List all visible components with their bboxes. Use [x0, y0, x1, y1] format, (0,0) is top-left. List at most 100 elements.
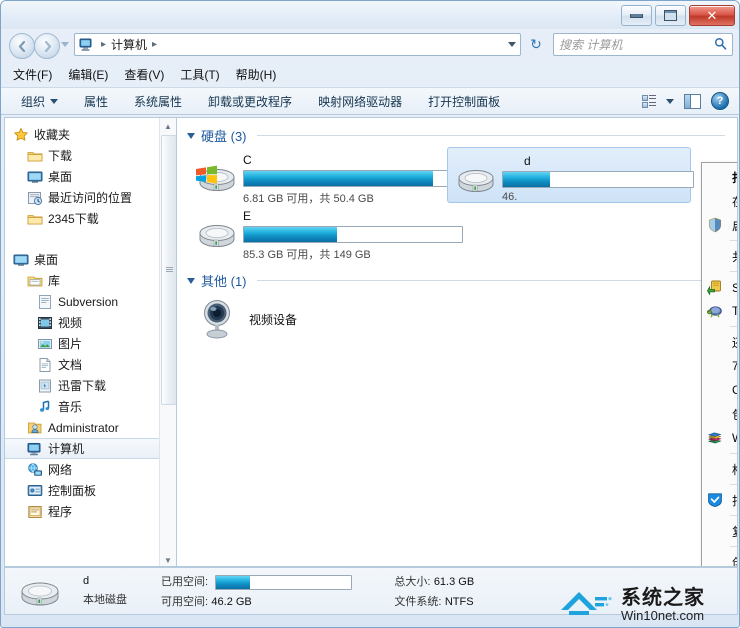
sidebar-item-administrator[interactable]: Administrator [5, 417, 176, 438]
context-menu-item-copy[interactable]: 复制(C) [702, 519, 737, 543]
sidebar-label: 控制面板 [48, 484, 97, 498]
change-view-icon[interactable] [642, 94, 656, 108]
group-title: 硬盘 (3) [201, 129, 247, 144]
search-icon [714, 37, 727, 53]
context-menu-item-format[interactable]: 格式化(A)... [702, 457, 737, 481]
context-menu-label: WinRAR [732, 431, 737, 445]
history-dropdown-icon[interactable] [61, 42, 69, 47]
drive-row-2: E 85.3 GB 可用，共 149 GB [177, 203, 737, 261]
context-menu-item-open[interactable]: 打开(O) [702, 165, 737, 189]
sidebar-item-desktop-root[interactable]: 桌面 [5, 249, 176, 270]
back-arrow-icon [18, 40, 25, 52]
refresh-button[interactable]: ↻ [525, 34, 547, 55]
file-list-pane[interactable]: 硬盘 (3) C 6.81 GB 可用，共 50.4 GB d 46. E 85… [176, 117, 738, 567]
sidebar-item-videos[interactable]: 视频 [5, 312, 176, 333]
menu-view[interactable]: 查看(V) [124, 66, 164, 83]
drive-tile-d[interactable]: d 46. [447, 147, 694, 203]
properties-button[interactable]: 属性 [84, 93, 108, 110]
sidebar-label: 迅雷下载 [58, 379, 107, 393]
sidebar-item-desktop[interactable]: 桌面 [5, 166, 176, 187]
context-menu-item-winrar[interactable]: WinRAR [702, 426, 737, 450]
context-menu-item-svn-checkout[interactable]: SVN 检出(K)... [702, 275, 737, 299]
address-dropdown-icon[interactable] [508, 42, 516, 47]
sidebar-label: 文档 [58, 358, 83, 372]
sidebar-label: 程序 [48, 505, 73, 519]
group-header-others[interactable]: 其他 (1) [177, 259, 737, 292]
desktop-icon [27, 169, 43, 185]
sidebar-item-recent-places[interactable]: 最近访问的位置 [5, 187, 176, 208]
system-properties-button[interactable]: 系统属性 [134, 93, 182, 110]
drive-tile-e[interactable]: E 85.3 GB 可用，共 149 GB [189, 203, 463, 261]
sidebar-item-music[interactable]: 音乐 [5, 396, 176, 417]
group-header-harddisks[interactable]: 硬盘 (3) [177, 118, 737, 147]
minimize-button[interactable] [621, 5, 652, 26]
maximize-button[interactable] [655, 5, 686, 26]
details-space-block: 已用空间: 可用空间: 46.2 GB [161, 573, 353, 608]
context-menu-label: 创建快捷方式(S) [732, 554, 737, 567]
context-menu-item-open-new-window[interactable]: 在新窗口中打开(E) [702, 189, 737, 213]
scrollbar-thumb[interactable] [161, 135, 176, 405]
sidebar-item-computer[interactable]: 计算机 [5, 438, 176, 459]
context-menu-item-create-shortcut[interactable]: 创建快捷方式(S) [702, 550, 737, 567]
bitlocker-shield-icon [707, 217, 723, 233]
sidebar-scrollbar[interactable]: ▲ ▼ [159, 118, 176, 566]
scroll-up-arrow[interactable]: ▲ [160, 118, 176, 134]
pictures-icon [37, 336, 53, 352]
search-input[interactable]: 搜索 计算机 [559, 36, 622, 53]
forward-button[interactable] [34, 33, 60, 59]
organize-button[interactable]: 组织 [21, 93, 59, 110]
context-menu-item-tortoisesvn[interactable]: TortoiseSVN [702, 299, 737, 323]
sidebar-label: 桌面 [34, 253, 59, 267]
details-free-label: 可用空间: [161, 595, 209, 608]
watermark-line-2: Win10net.com [621, 607, 705, 623]
menu-help[interactable]: 帮助(H) [236, 66, 277, 83]
close-button[interactable]: ✕ [689, 5, 735, 26]
context-menu-item-restore-previous-versions[interactable]: 还原以前的版本(V) [702, 330, 737, 354]
address-bar[interactable]: ▸ 计算机 ▸ [74, 33, 521, 56]
map-network-drive-button[interactable]: 映射网络驱动器 [318, 93, 402, 110]
scroll-down-arrow[interactable]: ▼ [160, 552, 176, 566]
device-tile-webcam[interactable]: 视频设备 [177, 292, 737, 340]
search-box[interactable]: 搜索 计算机 [553, 33, 733, 56]
sidebar-item-pictures[interactable]: 图片 [5, 333, 176, 354]
context-menu-item-share[interactable]: 共享(H) [702, 244, 737, 268]
sidebar-item-control-panel[interactable]: 控制面板 [5, 480, 176, 501]
sidebar-item-documents[interactable]: 文档 [5, 354, 176, 375]
context-menu-item-include-in-library[interactable]: 包含到库中(I) [702, 402, 737, 426]
back-button[interactable] [9, 33, 35, 59]
breadcrumb-separator: ▸ [101, 39, 107, 50]
breadcrumb-separator-2[interactable]: ▸ [152, 39, 157, 50]
close-icon: ✕ [706, 7, 718, 23]
collapse-triangle-icon[interactable] [187, 132, 195, 139]
sidebar-item-2345-download[interactable]: 2345下载 [5, 208, 176, 229]
menu-file[interactable]: 文件(F) [13, 66, 52, 83]
context-menu-label: 启用 BitLocker(B)... [732, 217, 737, 234]
context-menu-item-7zip[interactable]: 7-Zip [702, 354, 737, 378]
details-fs-label: 文件系统: [394, 596, 442, 608]
sidebar-item-favorites[interactable]: 收藏夹 [5, 124, 176, 145]
sidebar-item-subversion[interactable]: Subversion [5, 291, 176, 312]
context-menu[interactable]: 打开(O) 在新窗口中打开(E) 启用 BitLocker(B)... 共享(H… [701, 162, 737, 567]
help-icon[interactable]: ? [711, 92, 729, 110]
uninstall-change-program-button[interactable]: 卸载或更改程序 [208, 93, 292, 110]
user-icon [27, 420, 43, 436]
view-chevron-down-icon[interactable] [666, 98, 674, 104]
breadcrumb-computer[interactable]: 计算机 [111, 36, 147, 53]
sidebar-item-downloads[interactable]: 下载 [5, 145, 176, 166]
context-menu-item-scan-virus[interactable]: 扫描病毒(电脑管家) [702, 488, 737, 512]
sidebar-label: 音乐 [58, 400, 83, 414]
context-menu-item-crc-sha[interactable]: CRC SHA [702, 378, 737, 402]
sidebar-item-libraries[interactable]: 库 [5, 270, 176, 291]
menu-tools[interactable]: 工具(T) [180, 66, 219, 83]
sidebar-item-programs[interactable]: 程序 [5, 501, 176, 522]
menu-edit[interactable]: 编辑(E) [68, 66, 108, 83]
preview-pane-icon[interactable] [684, 93, 701, 109]
context-menu-item-enable-bitlocker[interactable]: 启用 BitLocker(B)... [702, 213, 737, 237]
open-control-panel-button[interactable]: 打开控制面板 [428, 93, 500, 110]
sidebar-item-thunder-download[interactable]: 迅雷下载 [5, 375, 176, 396]
documents-icon [37, 357, 53, 373]
sidebar-item-network[interactable]: 网络 [5, 459, 176, 480]
details-drive-letter: d [83, 575, 90, 587]
drive-tile-c[interactable]: C 6.81 GB 可用，共 50.4 GB [189, 147, 463, 205]
collapse-triangle-icon[interactable] [187, 277, 195, 284]
